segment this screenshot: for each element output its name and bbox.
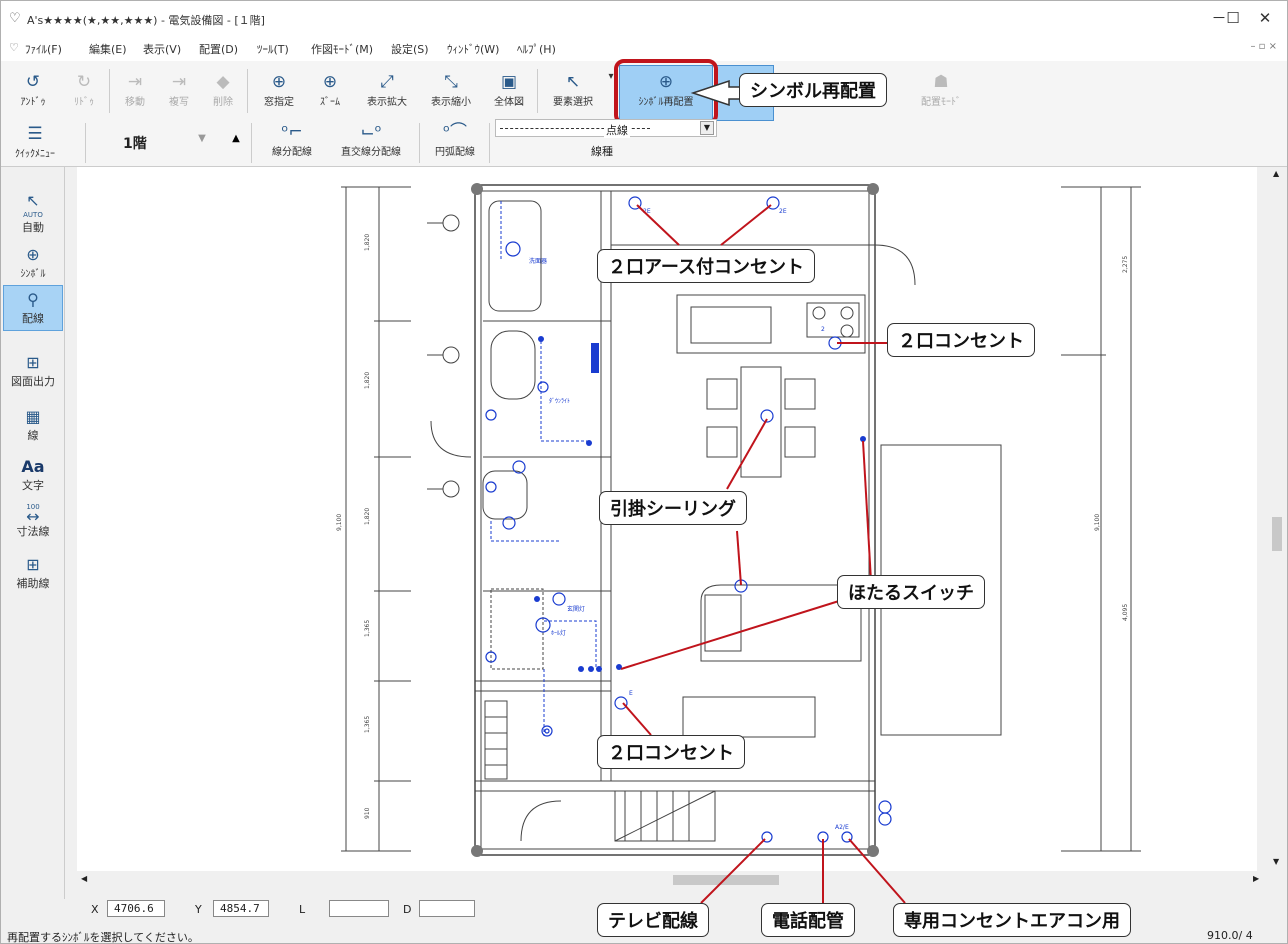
callout-tv: テレビ配線 (597, 903, 709, 937)
callout-aircon: 専用コンセントエアコン用 (893, 903, 1131, 937)
callout-phone: 電話配管 (761, 903, 855, 937)
callout-firefly-switch: ほたるスイッチ (837, 575, 985, 609)
callout-outlet-kitchen: ２口コンセント (887, 323, 1035, 357)
callout-ceiling: 引掛シーリング (599, 491, 747, 525)
app-window: ♡ A's★★★★(★,★★,★★★) - 電気設備図 - [１階] － ☐ ✕… (0, 0, 1288, 944)
callout-symbol-reposition: シンボル再配置 (739, 73, 887, 107)
callout-outlet-lower: ２口コンセント (597, 735, 745, 769)
callout-leaders (620, 79, 906, 904)
callout-earth-outlet: ２口アース付コンセント (597, 249, 816, 283)
